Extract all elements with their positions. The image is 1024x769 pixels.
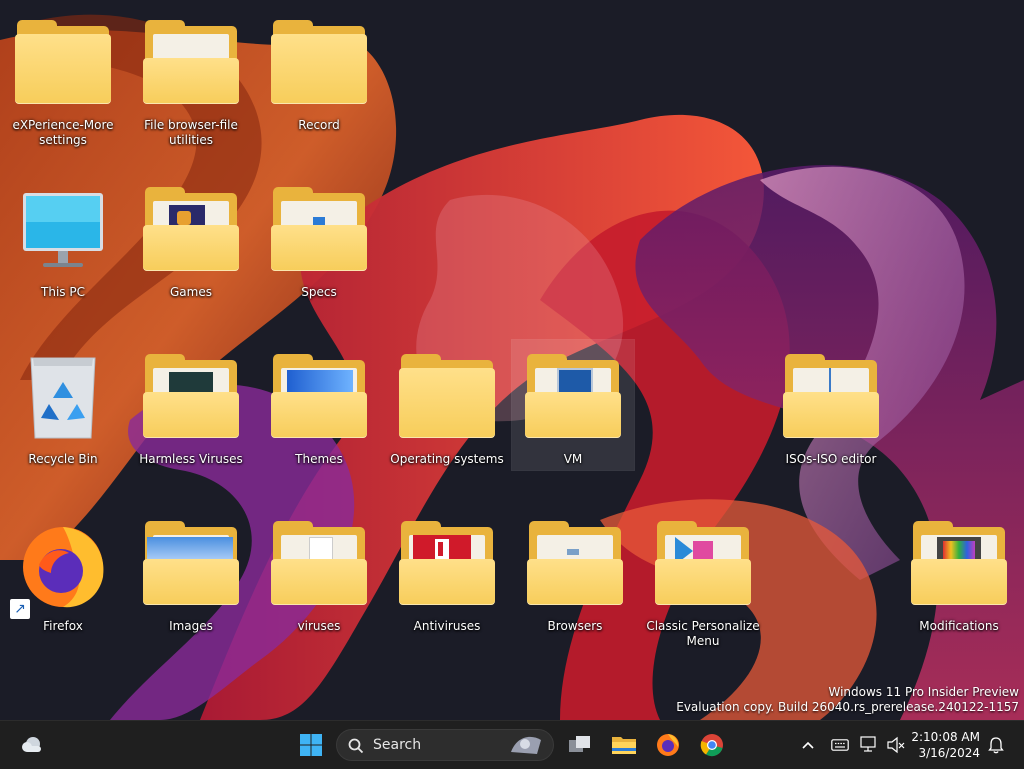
desktop-icon-viruses[interactable]: viruses xyxy=(258,513,380,675)
notifications-button[interactable] xyxy=(986,735,1006,755)
folder-icon xyxy=(523,521,627,609)
desktop-icon-record[interactable]: Record xyxy=(258,12,380,174)
monitor-icon xyxy=(23,193,103,267)
desktop-icon-label: Firefox xyxy=(43,619,83,633)
desktop-icon-label: Browsers xyxy=(547,619,603,633)
folder-icon xyxy=(139,20,243,108)
folder-icon xyxy=(267,20,371,108)
search-highlight-icon xyxy=(511,736,541,754)
desktop-icon-vm[interactable]: VM xyxy=(511,339,635,471)
task-view-button[interactable] xyxy=(562,727,598,763)
desktop-icon-label: File browser-file utilities xyxy=(144,118,238,147)
watermark-line-2: Evaluation copy. Build 26040.rs_prerelea… xyxy=(676,700,1019,714)
shortcut-arrow-icon: ↗ xyxy=(10,599,30,619)
weather-icon xyxy=(22,737,41,752)
desktop-icon-operating-systems[interactable]: Operating systems xyxy=(386,346,508,508)
desktop-icon-label: eXPerience-More settings xyxy=(12,118,114,147)
keyboard-icon xyxy=(831,739,849,751)
clock-time: 2:10:08 AM xyxy=(911,730,980,744)
desktop-icon-label: Images xyxy=(169,619,213,633)
start-button[interactable] xyxy=(293,727,329,763)
search-icon xyxy=(348,738,364,754)
file-explorer-icon xyxy=(612,737,636,754)
desktop-icon-images[interactable]: Images xyxy=(130,513,252,675)
desktop-icon-antiviruses[interactable]: Antiviruses xyxy=(386,513,508,675)
desktop-icon-label: Record xyxy=(298,118,340,132)
folder-icon xyxy=(139,187,243,275)
task-view-icon xyxy=(569,736,590,752)
recycle-bin-icon xyxy=(30,357,96,439)
desktop-icon-firefox[interactable]: ↗ Firefox xyxy=(2,513,124,675)
folder-icon xyxy=(267,354,371,442)
keyboard-tray-button[interactable] xyxy=(830,735,850,755)
desktop-icon-label: ISOs-ISO editor xyxy=(785,452,877,466)
clock[interactable]: 2:10:08 AM 3/16/2024 xyxy=(911,729,980,761)
desktop-icon-harmless-viruses[interactable]: Harmless Viruses xyxy=(130,346,252,508)
chevron-up-icon xyxy=(802,741,814,749)
firefox-taskbar-button[interactable] xyxy=(650,727,686,763)
chrome-taskbar-button[interactable] xyxy=(694,727,730,763)
folder-icon xyxy=(267,187,371,275)
desktop-icon-label: viruses xyxy=(297,619,341,633)
desktop-icon-experience-more-settings[interactable]: eXPerience-More settings xyxy=(2,12,124,174)
desktop-icon-isos-iso-editor[interactable]: ISOs-ISO editor xyxy=(770,346,892,508)
watermark-line-1: Windows 11 Pro Insider Preview xyxy=(828,685,1019,699)
desktop-icon-label: Modifications xyxy=(919,619,999,633)
desktop-icon-label: This PC xyxy=(41,285,85,299)
desktop-icon-file-browser-file-utilities[interactable]: File browser-file utilities xyxy=(130,12,252,174)
folder-icon xyxy=(395,354,499,442)
desktop-icon-label: VM xyxy=(563,452,583,466)
desktop-icon-label: Recycle Bin xyxy=(28,452,98,466)
desktop-icon-label: Antiviruses xyxy=(413,619,481,633)
show-hidden-icons-button[interactable] xyxy=(798,735,818,755)
taskbar: Search 2:10:08 AM 3/16/2024 xyxy=(0,720,1024,769)
network-tray-button[interactable] xyxy=(860,735,880,755)
volume-tray-button[interactable] xyxy=(886,735,906,755)
network-icon xyxy=(860,736,876,752)
volume-muted-icon xyxy=(887,736,905,754)
firefox-icon xyxy=(657,734,679,756)
folder-icon xyxy=(779,354,883,442)
desktop-icon-recycle-bin[interactable]: Recycle Bin xyxy=(2,346,124,508)
desktop-icon-label: Classic Personalize Menu xyxy=(646,619,760,648)
firefox-icon xyxy=(23,527,104,608)
desktop-icon-label: Specs xyxy=(301,285,337,299)
clock-date: 3/16/2024 xyxy=(918,746,980,760)
desktop-icon-browsers[interactable]: Browsers xyxy=(514,513,636,675)
desktop-icon-specs[interactable]: Specs xyxy=(258,179,380,341)
folder-icon xyxy=(651,521,755,609)
start-icon xyxy=(300,734,322,756)
folder-icon xyxy=(395,521,499,609)
desktop-icon-modifications[interactable]: Modifications xyxy=(898,513,1020,675)
search-box[interactable]: Search xyxy=(336,729,554,761)
bell-icon xyxy=(988,737,1004,754)
desktop-icon-label: Operating systems xyxy=(390,452,504,466)
folder-icon xyxy=(139,354,243,442)
search-placeholder: Search xyxy=(373,737,422,753)
chrome-icon xyxy=(700,734,723,757)
folder-icon xyxy=(267,521,371,609)
evaluation-watermark: Windows 11 Pro Insider Preview Evaluatio… xyxy=(676,685,1019,715)
folder-icon xyxy=(907,521,1011,609)
desktop-icon-themes[interactable]: Themes xyxy=(258,346,380,508)
desktop-icon-games[interactable]: Games xyxy=(130,179,252,341)
desktop-icon-label: Games xyxy=(170,285,212,299)
file-explorer-button[interactable] xyxy=(606,727,642,763)
desktop-icon-label: Themes xyxy=(295,452,343,466)
folder-icon xyxy=(139,521,243,609)
widgets-button[interactable] xyxy=(14,727,50,763)
folder-icon xyxy=(521,354,625,442)
desktop-icon-label: Harmless Viruses xyxy=(139,452,243,466)
desktop-icon-classic-personalize-menu[interactable]: Classic Personalize Menu xyxy=(642,513,764,675)
folder-icon xyxy=(11,20,115,108)
desktop-icon-this-pc[interactable]: This PC xyxy=(2,179,124,341)
